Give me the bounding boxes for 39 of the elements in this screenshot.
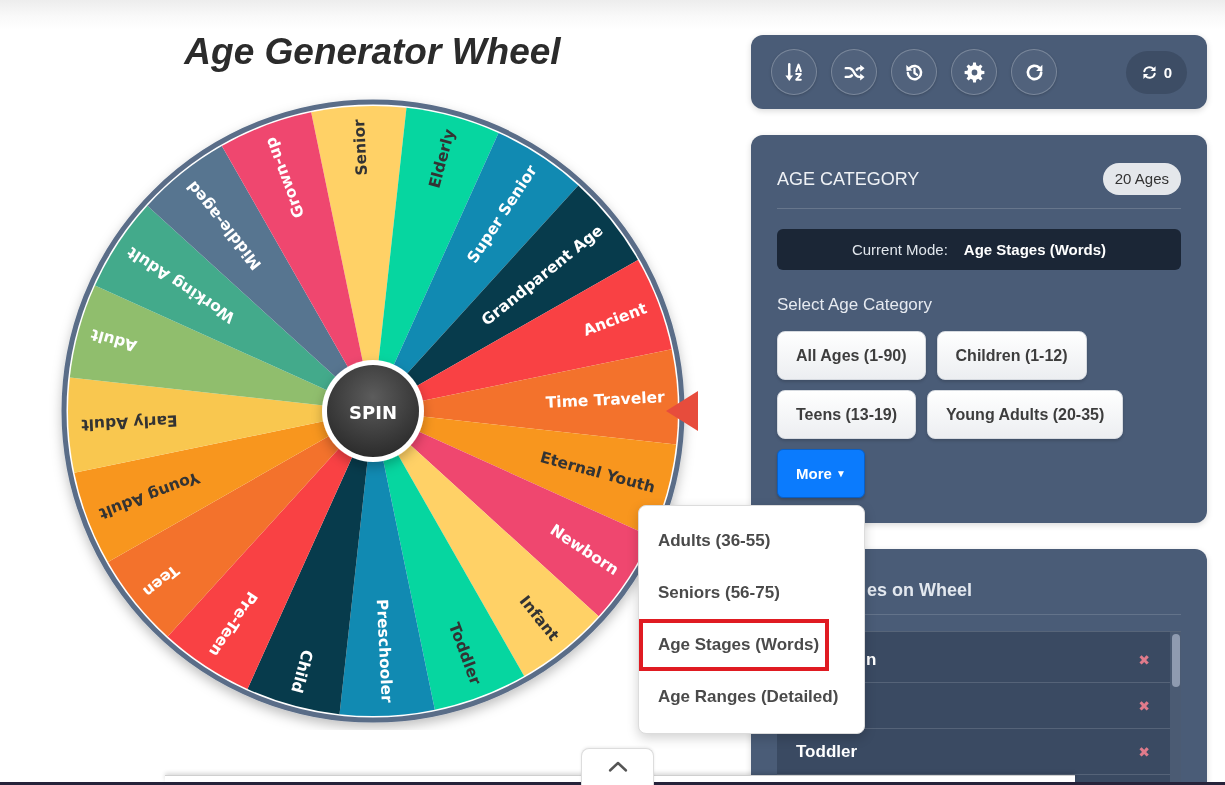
scrollbar-thumb[interactable] <box>1171 634 1180 687</box>
spin-button[interactable]: SPIN <box>321 360 424 462</box>
count-badge: 20 Ages <box>1102 163 1181 195</box>
menu-item[interactable]: Age Stages (Words) <box>638 619 830 671</box>
mode-value: Age Stages (Words) <box>963 241 1107 258</box>
panel-title: AGE CATEGORY <box>777 168 920 191</box>
mode-label: Current Mode: <box>851 241 948 258</box>
segment-label: Young Adult <box>96 468 202 523</box>
redo-button[interactable] <box>1011 49 1057 95</box>
settings-icon <box>963 61 985 83</box>
sync-icon <box>1140 63 1158 81</box>
sort-icon <box>783 61 805 83</box>
history-button[interactable] <box>891 49 937 95</box>
spin-count: 0 <box>1163 63 1172 81</box>
segment-label: Senior <box>349 118 371 176</box>
segment-label: Preschooler <box>372 598 396 704</box>
category-button[interactable]: Young Adults (20-35) <box>927 390 1124 439</box>
page-title: Age Generator Wheel <box>184 30 561 74</box>
segment-label: Early Adult <box>80 411 178 434</box>
settings-button[interactable] <box>951 49 997 95</box>
section-label: Select Age Category <box>777 294 932 316</box>
menu-item[interactable]: Seniors (56-75) <box>638 567 790 619</box>
segment-label: Time Traveler <box>544 388 665 412</box>
sort-button[interactable] <box>771 49 817 95</box>
category-button[interactable]: All Ages (1-90) <box>777 331 926 380</box>
item-label: Toddler <box>796 741 858 762</box>
category-button[interactable]: Teens (13-19) <box>777 390 917 439</box>
category-button[interactable]: Children (1-12) <box>936 331 1087 380</box>
scroll-top-button[interactable] <box>581 748 654 785</box>
segment-label: Child <box>286 647 316 696</box>
panel-title: es on Wheel <box>867 579 973 602</box>
more-button[interactable]: More ▼ <box>777 449 865 498</box>
menu-item[interactable]: Adults (36-55) <box>638 515 781 567</box>
pointer-icon <box>665 391 698 431</box>
scrollbar[interactable] <box>1170 632 1181 785</box>
item-label: n <box>866 649 877 670</box>
menu-item[interactable]: Age Ranges (Detailed) <box>638 671 849 723</box>
segment-label: Adult <box>88 325 139 355</box>
shuffle-button[interactable] <box>831 49 877 95</box>
